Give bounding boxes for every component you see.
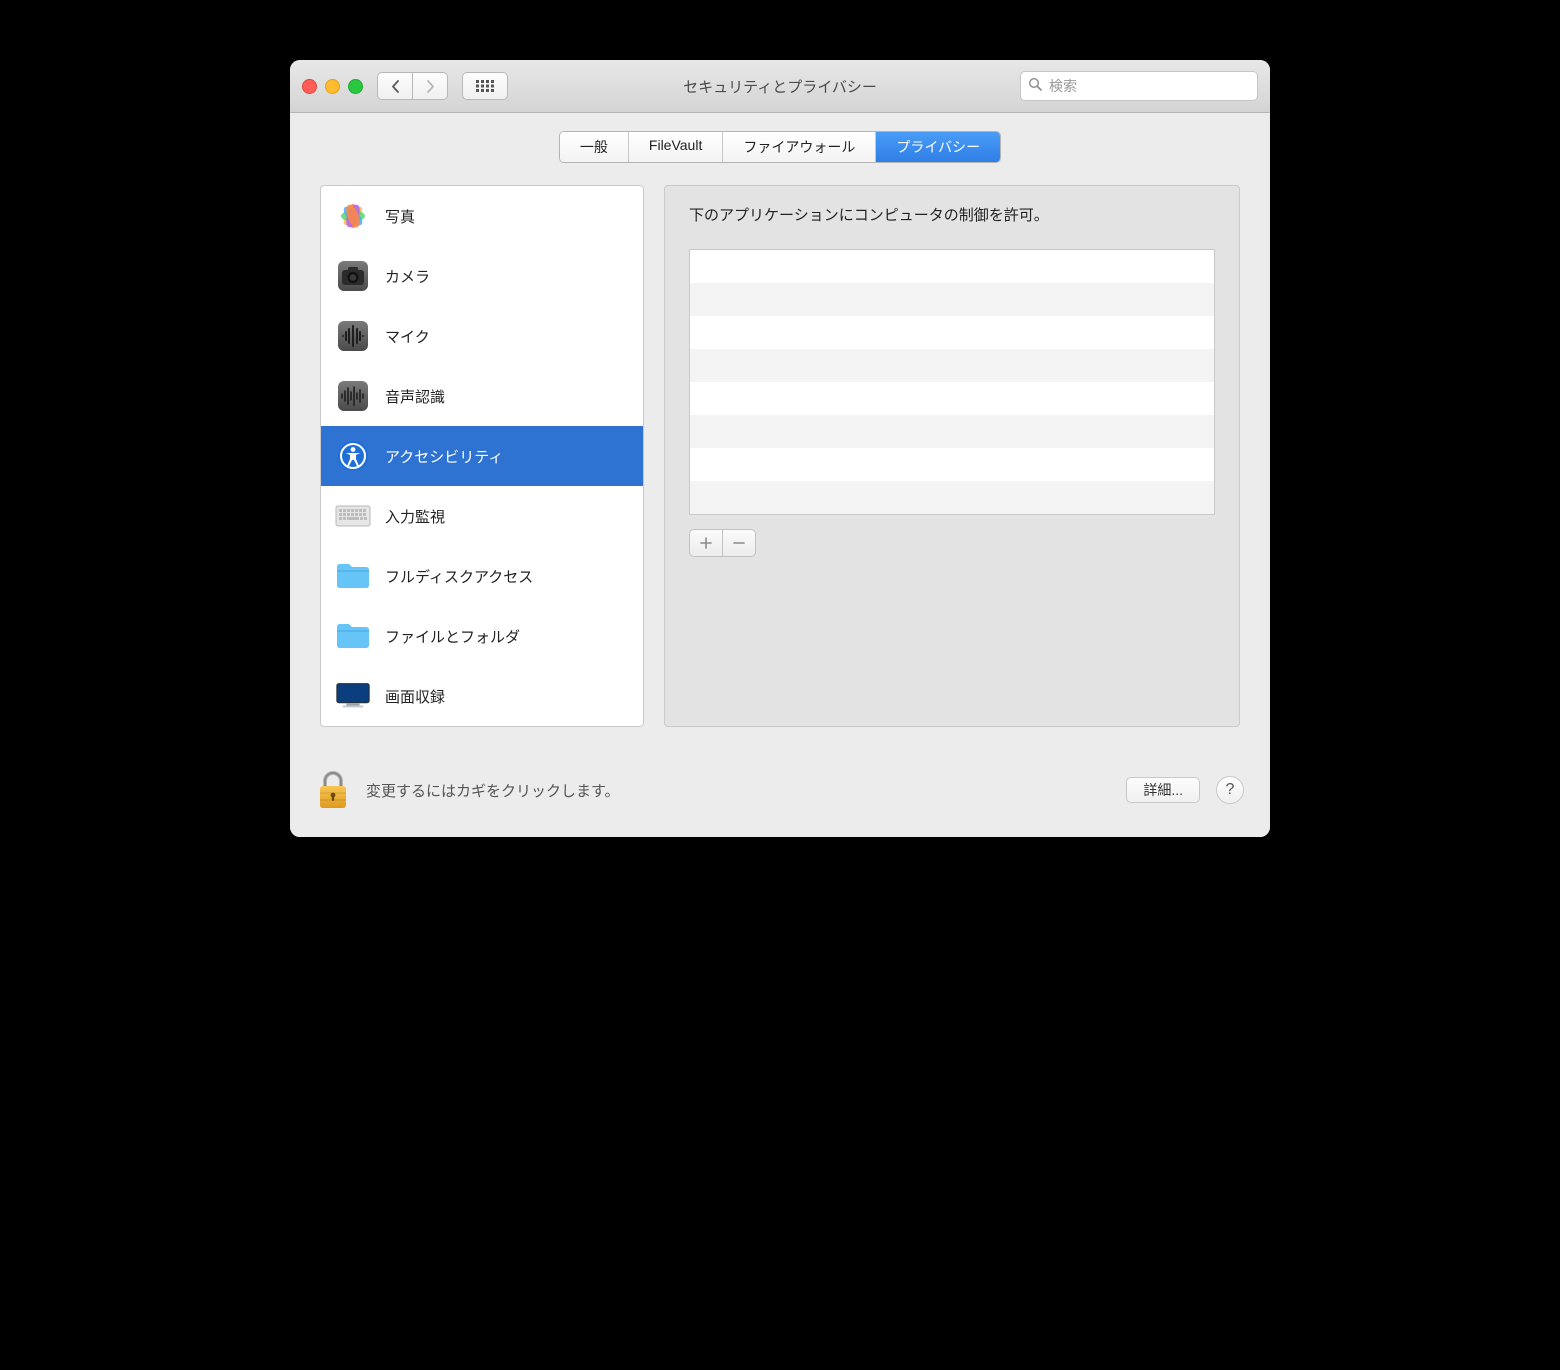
add-remove-group bbox=[689, 529, 1215, 557]
sidebar-item-fulldisk[interactable]: フルディスクアクセス bbox=[321, 546, 643, 606]
list-row bbox=[690, 448, 1214, 481]
nav-group bbox=[377, 72, 448, 100]
tabstrip: 一般 FileVault ファイアウォール プライバシー bbox=[290, 113, 1270, 185]
tab-general[interactable]: 一般 bbox=[560, 132, 629, 162]
sidebar-item-accessibility[interactable]: アクセシビリティ bbox=[321, 426, 643, 486]
window-traffic-lights bbox=[302, 79, 363, 94]
tab-filevault[interactable]: FileVault bbox=[629, 132, 723, 162]
sidebar-item-inputmonitor[interactable]: 入力監視 bbox=[321, 486, 643, 546]
titlebar: セキュリティとプライバシー bbox=[290, 60, 1270, 113]
grid-icon bbox=[476, 80, 494, 92]
sidebar-item-microphone[interactable]: マイク bbox=[321, 306, 643, 366]
accessibility-icon bbox=[335, 438, 371, 474]
list-row bbox=[690, 481, 1214, 514]
privacy-detail-panel: 下のアプリケーションにコンピュータの制御を許可。 bbox=[664, 185, 1240, 727]
add-button[interactable] bbox=[689, 529, 723, 557]
sidebar-item-label: 画面収録 bbox=[385, 686, 445, 707]
sidebar-item-label: フルディスクアクセス bbox=[385, 566, 533, 587]
back-button[interactable] bbox=[377, 72, 413, 100]
privacy-category-sidebar[interactable]: 写真 カメラ マイク bbox=[320, 185, 644, 727]
remove-button[interactable] bbox=[723, 529, 756, 557]
waveform-icon bbox=[335, 378, 371, 414]
plus-icon bbox=[700, 537, 712, 549]
sidebar-item-filesfolders[interactable]: ファイルとフォルダ bbox=[321, 606, 643, 666]
sidebar-item-label: マイク bbox=[385, 326, 430, 347]
show-all-button[interactable] bbox=[462, 72, 508, 100]
sidebar-item-label: 入力監視 bbox=[385, 506, 445, 527]
photos-icon bbox=[335, 198, 371, 234]
advanced-button[interactable]: 詳細... bbox=[1126, 777, 1200, 803]
camera-icon bbox=[335, 258, 371, 294]
list-row bbox=[690, 250, 1214, 283]
window-zoom-button[interactable] bbox=[348, 79, 363, 94]
sidebar-item-label: アクセシビリティ bbox=[385, 446, 503, 467]
allowed-apps-list[interactable] bbox=[689, 249, 1215, 515]
window-close-button[interactable] bbox=[302, 79, 317, 94]
chevron-right-icon bbox=[426, 80, 435, 93]
search-icon bbox=[1028, 77, 1042, 91]
sidebar-item-speech[interactable]: 音声認識 bbox=[321, 366, 643, 426]
tab-firewall[interactable]: ファイアウォール bbox=[723, 132, 876, 162]
lock-button[interactable] bbox=[316, 769, 350, 811]
minus-icon bbox=[733, 537, 745, 549]
sidebar-item-screenrec[interactable]: 画面収録 bbox=[321, 666, 643, 726]
tabs: 一般 FileVault ファイアウォール プライバシー bbox=[559, 131, 1001, 163]
body: 写真 カメラ マイク bbox=[290, 185, 1270, 751]
sidebar-item-label: 音声認識 bbox=[385, 386, 445, 407]
chevron-left-icon bbox=[391, 80, 400, 93]
list-row bbox=[690, 349, 1214, 382]
list-row bbox=[690, 415, 1214, 448]
tab-privacy[interactable]: プライバシー bbox=[876, 132, 1000, 162]
sidebar-item-camera[interactable]: カメラ bbox=[321, 246, 643, 306]
folder-icon bbox=[335, 558, 371, 594]
preferences-window: セキュリティとプライバシー 一般 FileVault ファイアウォール プライバ… bbox=[290, 60, 1270, 837]
panel-description: 下のアプリケーションにコンピュータの制御を許可。 bbox=[689, 204, 1215, 225]
folder-icon bbox=[335, 618, 371, 654]
sidebar-item-photos[interactable]: 写真 bbox=[321, 186, 643, 246]
list-row bbox=[690, 382, 1214, 415]
search-input[interactable] bbox=[1020, 71, 1258, 101]
sidebar-item-label: カメラ bbox=[385, 266, 430, 287]
sidebar-item-label: ファイルとフォルダ bbox=[385, 626, 520, 647]
sidebar-item-label: 写真 bbox=[385, 206, 415, 227]
display-icon bbox=[335, 678, 371, 714]
keyboard-icon bbox=[335, 498, 371, 534]
help-button[interactable]: ? bbox=[1216, 776, 1244, 804]
lock-hint-text: 変更するにはカギをクリックします。 bbox=[366, 780, 620, 801]
list-row bbox=[690, 316, 1214, 349]
window-minimize-button[interactable] bbox=[325, 79, 340, 94]
search-wrap bbox=[1020, 71, 1258, 101]
question-icon: ? bbox=[1226, 781, 1235, 799]
microphone-icon bbox=[335, 318, 371, 354]
list-row bbox=[690, 283, 1214, 316]
footer: 変更するにはカギをクリックします。 詳細... ? bbox=[290, 751, 1270, 837]
forward-button[interactable] bbox=[413, 72, 448, 100]
